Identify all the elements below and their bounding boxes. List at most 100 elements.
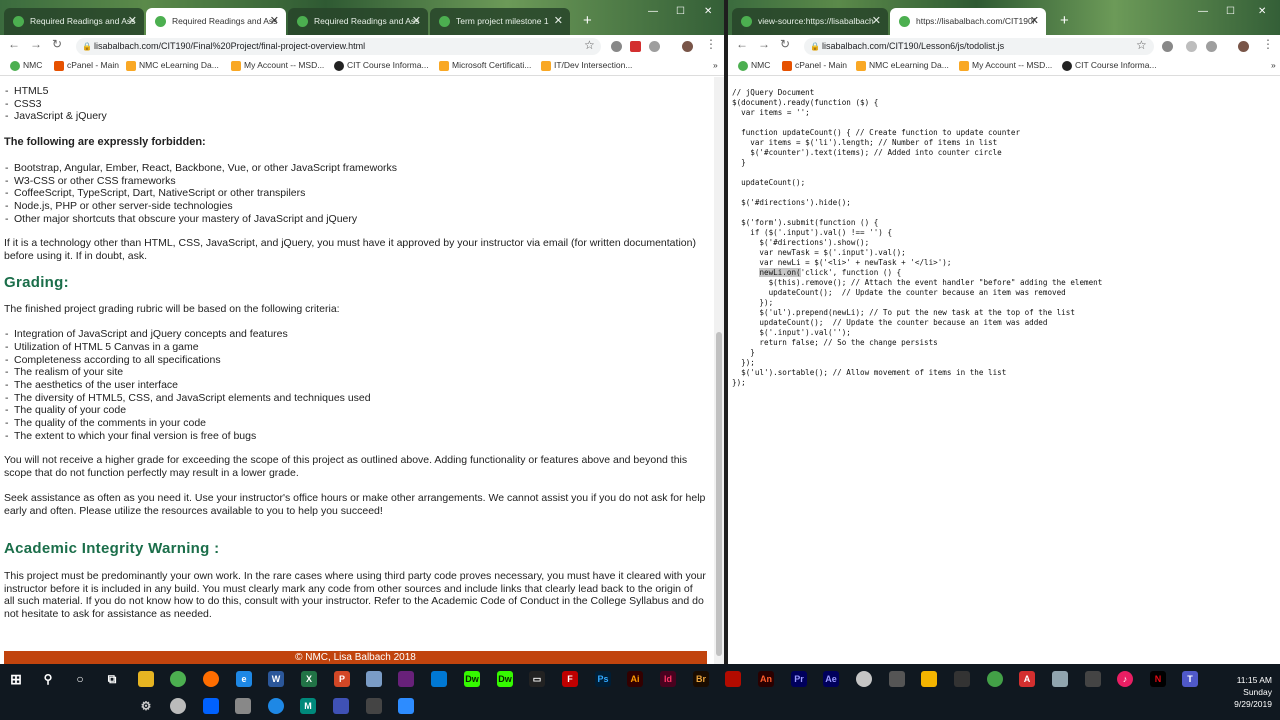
- bridge-icon[interactable]: Br: [693, 671, 709, 687]
- extension-icon[interactable]: [630, 41, 641, 52]
- address-bar[interactable]: 🔒 lisabalbach.com/CIT190/Final%20Project/…: [76, 38, 601, 55]
- app-icon[interactable]: [333, 698, 349, 714]
- close-window-icon[interactable]: ✕: [1258, 6, 1266, 17]
- app-icon[interactable]: [954, 671, 970, 687]
- edge-icon[interactable]: e: [236, 671, 252, 687]
- tab-view-source[interactable]: view-source:https://lisabalbach ✕: [732, 8, 888, 35]
- maximize-icon[interactable]: ☐: [1226, 6, 1235, 17]
- menu-icon[interactable]: ⋮: [705, 37, 717, 51]
- bookmark-item[interactable]: Microsoft Certificati...: [439, 60, 531, 71]
- cortana-icon[interactable]: ○: [72, 671, 88, 687]
- more-bookmarks-icon[interactable]: »: [1258, 60, 1276, 70]
- bookmark-item[interactable]: My Account -- MSD...: [959, 60, 1052, 71]
- bookmark-item[interactable]: NMC eLearning Da...: [126, 60, 219, 71]
- gear-icon[interactable]: ⚙: [138, 698, 154, 714]
- tab-3[interactable]: Required Readings and Ass ✕: [288, 8, 428, 35]
- minimize-icon[interactable]: —: [1198, 6, 1208, 17]
- new-tab-icon[interactable]: +: [1060, 12, 1069, 29]
- app-icon[interactable]: [987, 671, 1003, 687]
- reload-icon[interactable]: ↻: [780, 37, 790, 51]
- close-window-icon[interactable]: ✕: [704, 6, 712, 17]
- app-icon[interactable]: [889, 671, 905, 687]
- app-icon[interactable]: [1085, 671, 1101, 687]
- excel-icon[interactable]: X: [301, 671, 317, 687]
- tab-todolist[interactable]: https://lisabalbach.com/CIT190/✕: [890, 8, 1046, 35]
- filezilla-icon[interactable]: F: [562, 671, 578, 687]
- zoom-icon[interactable]: [398, 698, 414, 714]
- app-icon[interactable]: M: [300, 698, 316, 714]
- windows-start-icon[interactable]: ⊞: [8, 671, 24, 687]
- bookmark-star-icon[interactable]: ☆: [1136, 38, 1147, 52]
- close-tab-icon[interactable]: ✕: [412, 8, 421, 35]
- bookmark-star-icon[interactable]: ☆: [584, 38, 595, 52]
- app-icon[interactable]: [1052, 671, 1068, 687]
- back-icon[interactable]: ←: [8, 37, 20, 51]
- bookmark-item[interactable]: cPanel - Main: [782, 60, 847, 71]
- photoshop-icon[interactable]: Ps: [595, 671, 611, 687]
- extension-icon[interactable]: [1206, 41, 1217, 52]
- bookmark-item[interactable]: My Account -- MSD...: [231, 60, 324, 71]
- indesign-icon[interactable]: Id: [660, 671, 676, 687]
- chrome-icon[interactable]: [170, 671, 186, 687]
- bookmark-item[interactable]: cPanel - Main: [54, 60, 119, 71]
- new-tab-icon[interactable]: +: [583, 12, 592, 29]
- address-bar[interactable]: 🔒 lisabalbach.com/CIT190/Lesson6/js/todol…: [804, 38, 1154, 55]
- extension-icon[interactable]: [611, 41, 622, 52]
- app-icon[interactable]: [268, 698, 284, 714]
- avatar[interactable]: [682, 41, 693, 52]
- itunes-icon[interactable]: ♪: [1117, 671, 1133, 687]
- avatar[interactable]: [1238, 41, 1249, 52]
- acrobat-icon[interactable]: [725, 671, 741, 687]
- app-icon[interactable]: [170, 698, 186, 714]
- bookmark-item[interactable]: NMC: [10, 60, 42, 71]
- close-tab-icon[interactable]: ✕: [872, 8, 881, 35]
- dropbox-icon[interactable]: [203, 698, 219, 714]
- reload-icon[interactable]: ↻: [52, 37, 62, 51]
- app-icon[interactable]: [366, 698, 382, 714]
- forward-icon[interactable]: →: [758, 37, 770, 51]
- scrollbar[interactable]: [714, 77, 724, 664]
- word-icon[interactable]: W: [268, 671, 284, 687]
- scrollbar-thumb[interactable]: [716, 332, 722, 656]
- acrobat-reader-icon[interactable]: A: [1019, 671, 1035, 687]
- file-explorer-icon[interactable]: [138, 671, 154, 687]
- illustrator-icon[interactable]: Ai: [627, 671, 643, 687]
- vscode-icon[interactable]: [431, 671, 447, 687]
- firefox-icon[interactable]: [203, 671, 219, 687]
- app-icon[interactable]: [235, 698, 251, 714]
- system-clock[interactable]: 11:15 AM Sunday 9/29/2019: [1234, 674, 1272, 710]
- minimize-icon[interactable]: —: [648, 6, 658, 17]
- back-icon[interactable]: ←: [736, 37, 748, 51]
- bookmark-item[interactable]: CIT Course Informa...: [1062, 60, 1157, 71]
- dreamweaver-icon[interactable]: Dw: [497, 671, 513, 687]
- search-icon[interactable]: ⚲: [40, 671, 56, 687]
- extension-icon[interactable]: [1186, 41, 1197, 52]
- after-effects-icon[interactable]: Ae: [823, 671, 839, 687]
- app-icon[interactable]: [366, 671, 382, 687]
- maximize-icon[interactable]: ☐: [676, 6, 685, 17]
- extension-icon[interactable]: [649, 41, 660, 52]
- netflix-icon[interactable]: N: [1150, 671, 1166, 687]
- premiere-icon[interactable]: Pr: [791, 671, 807, 687]
- menu-icon[interactable]: ⋮: [1262, 37, 1274, 51]
- bookmark-item[interactable]: NMC: [738, 60, 770, 71]
- app-icon[interactable]: [856, 671, 872, 687]
- powerpoint-icon[interactable]: P: [334, 671, 350, 687]
- close-tab-icon[interactable]: ✕: [270, 8, 279, 35]
- extension-icon[interactable]: [1162, 41, 1173, 52]
- close-tab-icon[interactable]: ✕: [1030, 8, 1039, 35]
- task-view-icon[interactable]: ⧉: [104, 671, 120, 687]
- animate-icon[interactable]: An: [758, 671, 774, 687]
- close-tab-icon[interactable]: ✕: [128, 8, 137, 35]
- tab-1[interactable]: Required Readings and Ass ✕: [4, 8, 144, 35]
- visual-studio-icon[interactable]: [398, 671, 414, 687]
- dreamweaver-icon[interactable]: Dw: [464, 671, 480, 687]
- bookmark-item[interactable]: NMC eLearning Da...: [856, 60, 949, 71]
- teams-icon[interactable]: T: [1182, 671, 1198, 687]
- more-bookmarks-icon[interactable]: »: [700, 60, 718, 70]
- app-icon[interactable]: [921, 671, 937, 687]
- terminal-icon[interactable]: ▭: [529, 671, 545, 687]
- close-tab-icon[interactable]: ✕: [554, 8, 563, 35]
- forward-icon[interactable]: →: [30, 37, 42, 51]
- bookmark-item[interactable]: CIT Course Informa...: [334, 60, 429, 71]
